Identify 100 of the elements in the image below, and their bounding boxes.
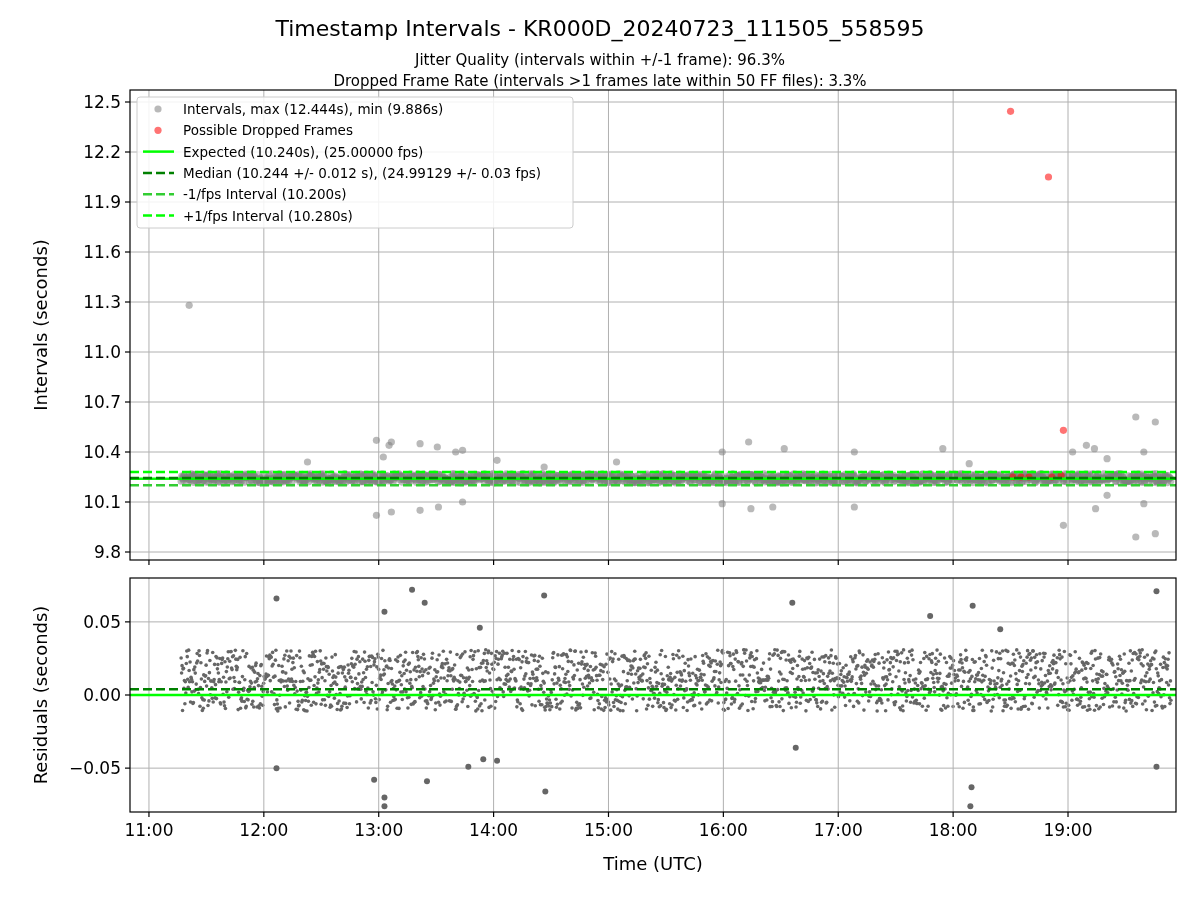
y-tick-label: 12.5: [83, 92, 121, 112]
data-point: [387, 508, 395, 516]
data-point: [792, 744, 799, 751]
x-axis-label: Time (UTC): [603, 853, 703, 874]
legend-label: Median (10.244 +/- 0.012 s), (24.99129 +/- 0.03 fps): [183, 164, 541, 181]
data-point: [612, 458, 621, 466]
x-tick-label: 15:00: [584, 820, 633, 840]
data-point: [1092, 505, 1100, 513]
data-point: [997, 626, 1004, 633]
legend-label: +1/fps Interval (10.280s): [183, 207, 353, 224]
chart-subtitle: Jitter Quality (intervals within +/-1 frame): 96.3%: [415, 51, 785, 69]
data-point: [1151, 530, 1159, 538]
data-point: [1103, 491, 1111, 499]
tick-mark: [837, 811, 839, 818]
tick-mark: [124, 201, 131, 203]
tick-mark: [124, 351, 131, 353]
data-point: [542, 788, 549, 795]
tick-mark: [124, 301, 131, 303]
legend-marker: [154, 105, 162, 113]
data-point: [1132, 413, 1140, 421]
tick-mark: [124, 151, 131, 153]
y-tick-label: −0.05: [68, 758, 121, 779]
data-point: [433, 443, 441, 451]
data-point: [476, 624, 483, 631]
tick-mark: [722, 559, 724, 566]
chart-subtitle: Dropped Frame Rate (intervals >1 frames late within 50 FF files): 3.3%: [333, 72, 867, 90]
tick-mark: [124, 767, 131, 769]
data-point: [434, 503, 443, 511]
data-point: [541, 592, 548, 599]
tick-mark: [124, 501, 131, 503]
tick-mark: [124, 551, 131, 553]
y-tick-label: 10.1: [83, 492, 121, 512]
x-tick-label: 19:00: [1043, 820, 1093, 840]
data-point: [493, 456, 501, 464]
data-point: [1153, 588, 1160, 595]
data-point: [850, 503, 858, 511]
y-axis-label: Intervals (seconds): [30, 239, 51, 411]
y-axis-label: Residuals (seconds): [30, 605, 51, 785]
legend-line: [143, 150, 174, 153]
data-point: [1140, 500, 1148, 508]
y-tick-label: 11.0: [83, 342, 121, 362]
legend-label: Intervals, max (12.444s), min (9.886s): [183, 101, 444, 117]
data-point: [273, 595, 280, 602]
data-point: [769, 503, 777, 511]
tick-mark: [378, 559, 380, 566]
data-point: [423, 778, 430, 785]
tick-mark: [607, 559, 610, 566]
data-point: [421, 599, 428, 606]
data-point: [850, 448, 858, 456]
data-point: [747, 505, 755, 513]
data-point: [718, 500, 726, 508]
legend-line: [143, 192, 174, 196]
y-tick-label: 10.4: [83, 442, 121, 462]
data-point: [416, 506, 424, 514]
data-point: [939, 445, 947, 453]
data-point: [1151, 418, 1159, 426]
data-point: [789, 599, 796, 606]
x-tick-label: 11:00: [124, 820, 174, 840]
data-point: [465, 763, 472, 770]
data-point: [1153, 763, 1160, 770]
data-point: [1059, 426, 1067, 434]
y-tick-label: 9.8: [93, 542, 121, 562]
data-point: [1140, 448, 1148, 456]
tick-mark: [837, 559, 839, 566]
legend-line: [143, 171, 174, 175]
y-tick-label: 11.6: [83, 242, 121, 262]
data-point: [1132, 533, 1140, 541]
tick-mark: [148, 559, 150, 566]
data-point: [273, 765, 280, 772]
x-tick-label: 17:00: [813, 820, 863, 840]
tick-mark: [124, 694, 131, 696]
data-point: [494, 757, 501, 764]
y-tick-label: 12.2: [83, 142, 121, 162]
tick-mark: [493, 559, 495, 566]
legend-line: [143, 214, 174, 217]
tick-mark: [722, 811, 724, 818]
tick-mark: [1067, 559, 1069, 566]
tick-mark: [952, 811, 954, 818]
data-point: [381, 608, 388, 615]
data-point: [780, 445, 788, 453]
data-point: [303, 458, 312, 466]
tick-mark: [124, 401, 131, 403]
tick-mark: [493, 811, 495, 818]
data-point: [480, 756, 487, 763]
data-point: [459, 498, 467, 506]
data-point: [927, 613, 934, 620]
x-tick-label: 13:00: [354, 820, 404, 840]
tick-mark: [124, 101, 131, 103]
data-point: [416, 440, 424, 448]
x-tick-label: 16:00: [698, 820, 748, 840]
data-point: [969, 602, 976, 609]
data-point: [372, 511, 380, 519]
tick-mark: [263, 811, 265, 818]
data-point: [1069, 448, 1077, 456]
data-point: [745, 438, 753, 446]
chart-title: Timestamp Intervals - KR000D_20240723_111505_558595: [275, 16, 925, 41]
data-point: [718, 448, 726, 456]
x-tick-label: 18:00: [928, 820, 978, 840]
legend-label: Expected (10.240s), (25.00000 fps): [183, 143, 424, 160]
data-point: [1044, 173, 1053, 181]
